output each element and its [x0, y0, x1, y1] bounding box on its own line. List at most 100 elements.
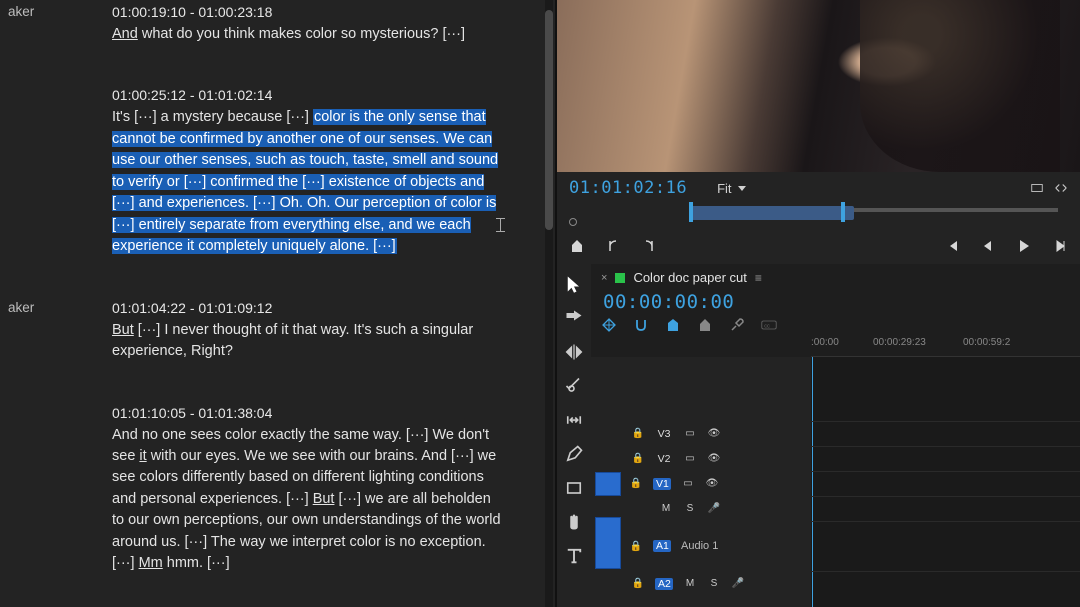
timeline-tools — [557, 264, 591, 607]
segment-text[interactable]: It's [···] a mystery because [···] color… — [112, 107, 505, 257]
lock-icon[interactable]: 🔒 — [629, 539, 643, 553]
play-icon[interactable] — [1016, 238, 1032, 254]
slip-tool-icon[interactable] — [564, 410, 584, 430]
sequence-color-icon — [615, 273, 625, 283]
audio-clip[interactable] — [595, 517, 621, 569]
wrench-icon[interactable] — [729, 317, 745, 333]
lock-icon[interactable]: 🔒 — [631, 577, 645, 591]
track-label[interactable]: V2 — [655, 453, 673, 465]
track-headers: 🔒 V3 ▭ 👁 🔒 V2 ▭ 👁 V1 — [591, 357, 811, 607]
caption-icon[interactable]: cc — [761, 317, 777, 333]
speaker-label: aker — [8, 300, 34, 315]
timeline-options: cc — [591, 317, 1080, 337]
zoom-level: Fit — [717, 181, 731, 196]
voiceover-icon[interactable]: 🎤 — [707, 502, 721, 516]
mark-out-icon[interactable] — [641, 238, 657, 254]
hand-tool-icon[interactable] — [564, 512, 584, 532]
timeline-playhead[interactable] — [812, 357, 813, 607]
audio-track-name: Audio 1 — [681, 540, 718, 552]
audio-track-header: M S 🎤 — [591, 496, 811, 521]
segment-timecode: 01:00:25:12 - 01:01:02:14 — [112, 87, 505, 103]
video-clip[interactable] — [595, 472, 621, 496]
eye-icon[interactable]: 👁 — [705, 477, 719, 491]
timeline-panel: × Color doc paper cut ≡ 00:00:00:00 cc :… — [557, 264, 1080, 607]
program-ruler[interactable] — [569, 204, 1068, 226]
ruler-label: :00:00 — [811, 337, 839, 348]
audio-track-header: A1 🔒 A1 Audio 1 — [591, 521, 811, 571]
scrollbar-thumb[interactable] — [545, 10, 553, 230]
video-track-header: V1 🔒 V1 ▭ 👁 — [591, 471, 811, 496]
transcript-segment: aker 01:01:04:22 - 01:01:09:12 But [···]… — [0, 300, 535, 363]
track-select-forward-icon[interactable] — [564, 308, 584, 328]
mute-button[interactable]: M — [683, 577, 697, 591]
transcript-scroll[interactable]: aker 01:00:19:10 - 01:00:23:18 And what … — [0, 0, 555, 607]
out-point-handle[interactable] — [841, 202, 845, 222]
voiceover-icon[interactable]: 🎤 — [731, 577, 745, 591]
segment-timecode: 01:01:10:05 - 01:01:38:04 — [112, 405, 505, 421]
track-target-a2[interactable]: A2 — [655, 578, 673, 590]
lock-icon[interactable]: 🔒 — [629, 477, 643, 491]
toggle-output-icon[interactable]: ▭ — [683, 427, 697, 441]
add-marker-icon[interactable] — [569, 238, 585, 254]
toggle-output-icon[interactable]: ▭ — [683, 452, 697, 466]
mute-button[interactable]: M — [659, 502, 673, 516]
video-track-header: 🔒 V2 ▭ 👁 — [591, 446, 811, 471]
program-timecode[interactable]: 01:01:02:16 — [569, 178, 687, 198]
transcript-segment: aker 01:00:19:10 - 01:00:23:18 And what … — [0, 4, 535, 45]
svg-text:cc: cc — [764, 323, 770, 329]
rectangle-tool-icon[interactable] — [564, 478, 584, 498]
segment-timecode: 01:01:04:22 - 01:01:09:12 — [112, 300, 505, 316]
transcript-scrollbar[interactable] — [545, 0, 553, 607]
ripple-edit-icon[interactable] — [564, 342, 584, 362]
transcript-segment: 01:00:25:12 - 01:01:02:14 It's [···] a m… — [0, 87, 535, 257]
playback-info-bar: 01:01:02:16 Fit — [557, 172, 1080, 204]
toggle-output-icon[interactable]: ▭ — [681, 477, 695, 491]
program-monitor[interactable] — [557, 0, 1080, 172]
track-label[interactable]: V3 — [655, 428, 673, 440]
sequence-tab[interactable]: × Color doc paper cut ≡ — [591, 264, 1080, 287]
step-forward-icon[interactable] — [1052, 238, 1068, 254]
zoom-select[interactable]: Fit — [717, 181, 745, 196]
segment-timecode: 01:00:19:10 - 01:00:23:18 — [112, 4, 505, 20]
lock-icon[interactable]: 🔒 — [631, 452, 645, 466]
lock-icon[interactable]: 🔒 — [631, 427, 645, 441]
track-target-a1[interactable]: A1 — [653, 540, 671, 552]
type-tool-icon[interactable] — [564, 546, 584, 566]
segment-text[interactable]: But [···] I never thought of it that way… — [112, 320, 505, 363]
go-to-in-icon[interactable] — [944, 238, 960, 254]
transport-controls — [557, 230, 1080, 264]
timeline-ruler[interactable]: :00:00 00:00:29:23 00:00:59:2 — [811, 337, 1080, 357]
step-back-icon[interactable] — [980, 238, 996, 254]
solo-button[interactable]: S — [683, 502, 697, 516]
ruler-label: 00:00:29:23 — [873, 337, 926, 348]
timeline-playhead-tc[interactable]: 00:00:00:00 — [601, 291, 734, 313]
track-target-v1[interactable]: V1 — [653, 478, 671, 490]
segment-text[interactable]: And what do you think makes color so mys… — [112, 24, 505, 45]
video-track-header: 🔒 V3 ▭ 👁 — [591, 421, 811, 446]
right-panel: 01:01:02:16 Fit — [557, 0, 1080, 607]
tab-menu-icon[interactable]: ≡ — [755, 271, 762, 285]
close-tab-icon[interactable]: × — [601, 272, 607, 284]
ruler-in-out-range[interactable] — [689, 206, 854, 220]
selection-tool-icon[interactable] — [564, 274, 584, 294]
eye-icon[interactable]: 👁 — [707, 427, 721, 441]
transcript-panel: aker 01:00:19:10 - 01:00:23:18 And what … — [0, 0, 555, 607]
segment-text[interactable]: And no one sees color exactly the same w… — [112, 425, 505, 575]
ruler-start-icon — [569, 218, 577, 226]
snap-icon[interactable] — [633, 317, 649, 333]
track-canvas[interactable] — [811, 357, 1080, 607]
insert-mode-icon[interactable] — [601, 317, 617, 333]
linked-selection-icon[interactable] — [665, 317, 681, 333]
marker-icon[interactable] — [697, 317, 713, 333]
razor-tool-icon[interactable] — [564, 376, 584, 396]
settings-icon[interactable] — [1030, 181, 1044, 195]
mark-in-icon[interactable] — [605, 238, 621, 254]
in-point-handle[interactable] — [689, 202, 693, 222]
speaker-label: aker — [8, 4, 34, 19]
selected-text[interactable]: color is the only sense that cannot be c… — [112, 109, 498, 254]
solo-button[interactable]: S — [707, 577, 721, 591]
eye-icon[interactable]: 👁 — [707, 452, 721, 466]
pen-tool-icon[interactable] — [564, 444, 584, 464]
comparison-view-icon[interactable] — [1054, 181, 1068, 195]
chevron-down-icon — [738, 186, 746, 191]
